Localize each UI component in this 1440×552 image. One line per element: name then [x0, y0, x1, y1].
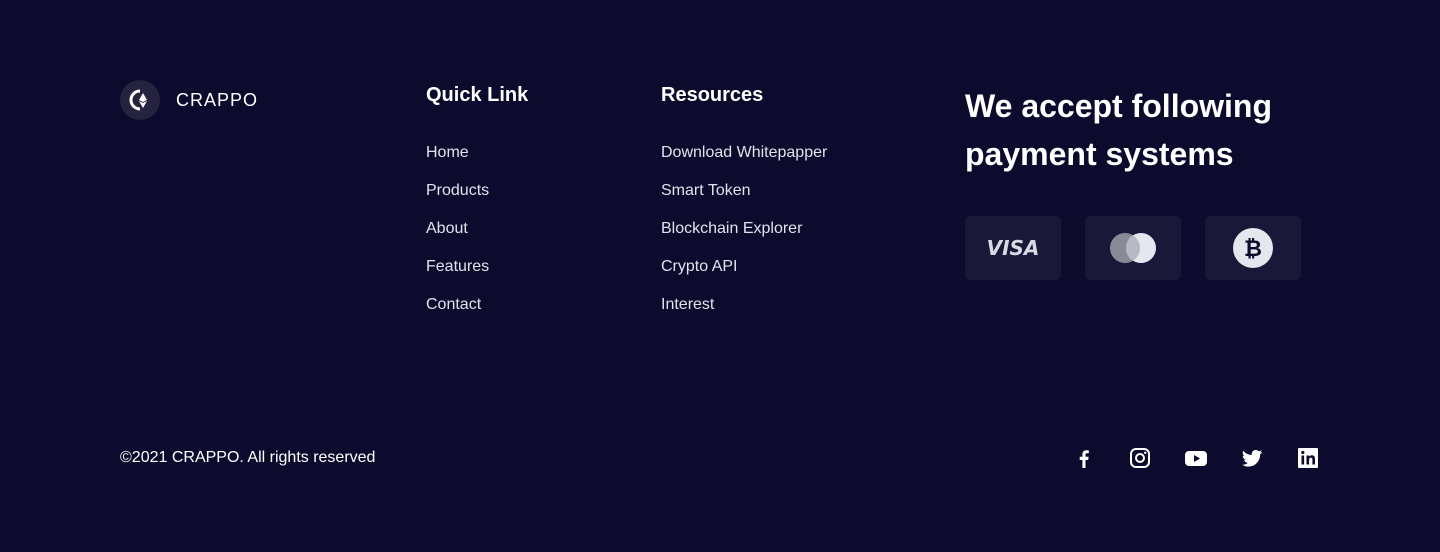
twitter-icon[interactable]	[1240, 446, 1264, 470]
instagram-icon[interactable]	[1128, 446, 1152, 470]
resource-link-whitepaper[interactable]: Download Whitepapper	[661, 142, 827, 164]
quick-link-products[interactable]: Products	[426, 180, 528, 202]
copyright-text: ©2021 CRAPPO. All rights reserved	[120, 449, 376, 466]
resource-link-crypto-api[interactable]: Crypto API	[661, 256, 827, 278]
resource-link-smart-token[interactable]: Smart Token	[661, 180, 827, 202]
resources-section: Resources Download Whitepapper Smart Tok…	[661, 82, 827, 332]
resource-link-blockchain-explorer[interactable]: Blockchain Explorer	[661, 218, 827, 240]
bitcoin-icon: ₿	[1233, 228, 1273, 268]
quick-link-about[interactable]: About	[426, 218, 528, 240]
brand-name: CRAPPO	[176, 89, 259, 110]
svg-text:₿: ₿	[1244, 237, 1262, 262]
crappo-logo-icon	[120, 80, 160, 120]
quick-links-section: Quick Link Home Products About Features …	[426, 82, 528, 332]
mastercard-icon	[1110, 233, 1156, 263]
youtube-icon[interactable]	[1184, 446, 1208, 470]
quick-link-home[interactable]: Home	[426, 142, 528, 164]
resources-title: Resources	[661, 84, 764, 106]
brand-logo[interactable]: CRAPPO	[120, 80, 258, 120]
mastercard-card[interactable]	[1085, 216, 1181, 280]
quick-links-title: Quick Link	[426, 84, 529, 106]
resource-link-interest[interactable]: Interest	[661, 294, 827, 316]
bitcoin-card[interactable]: ₿	[1205, 216, 1301, 280]
payment-section: We accept following payment systems VISA…	[965, 82, 1345, 280]
facebook-icon[interactable]	[1072, 446, 1096, 470]
payment-methods: VISA ₿	[965, 216, 1345, 280]
quick-link-features[interactable]: Features	[426, 256, 528, 278]
visa-icon: VISA	[986, 236, 1040, 260]
payment-title: We accept following payment systems	[965, 88, 1272, 172]
social-links	[1072, 446, 1320, 470]
quick-link-contact[interactable]: Contact	[426, 294, 528, 316]
visa-card[interactable]: VISA	[965, 216, 1061, 280]
linkedin-icon[interactable]	[1296, 446, 1320, 470]
